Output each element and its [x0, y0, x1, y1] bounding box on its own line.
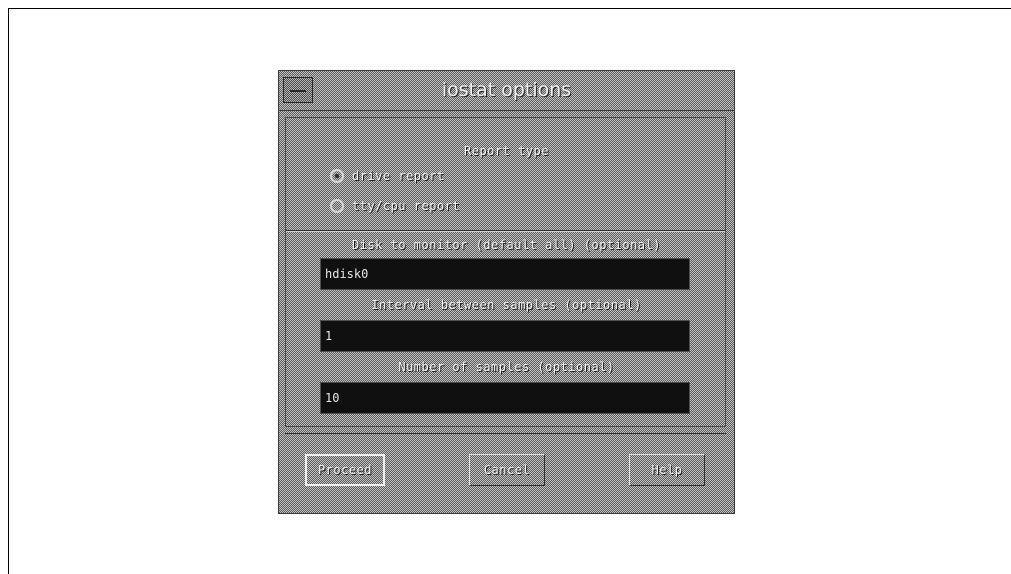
radio-checked-icon[interactable] [330, 169, 344, 183]
samples-field-label: Number of samples (optional) [398, 360, 615, 374]
help-button[interactable]: Help [629, 454, 705, 486]
button-bar: Proceed Cancel Help [285, 433, 726, 505]
radio-tty-cpu-report[interactable]: tty/cpu report [330, 196, 460, 216]
radio-drive-report[interactable]: drive report [330, 166, 445, 186]
options-panel: Report type drive report tty/cpu report … [285, 117, 726, 427]
proceed-button[interactable]: Proceed [305, 454, 385, 486]
title-bar[interactable]: iostat options [279, 71, 734, 111]
report-type-label: Report type [464, 144, 549, 158]
cancel-button[interactable]: Cancel [469, 454, 545, 486]
radio-drive-report-label: drive report [352, 169, 445, 183]
disk-input[interactable] [320, 258, 690, 290]
radio-unchecked-icon[interactable] [330, 199, 344, 213]
iostat-options-dialog: iostat options Report type drive report … [278, 70, 735, 514]
interval-input[interactable] [320, 320, 690, 352]
interval-field-label: Interval between samples (optional) [371, 298, 642, 312]
radio-tty-cpu-report-label: tty/cpu report [352, 199, 461, 213]
disk-field-label: Disk to monitor (default all) (optional) [352, 238, 661, 252]
separator [286, 230, 725, 231]
window-title: iostat options [441, 79, 572, 101]
samples-input[interactable] [320, 382, 690, 414]
